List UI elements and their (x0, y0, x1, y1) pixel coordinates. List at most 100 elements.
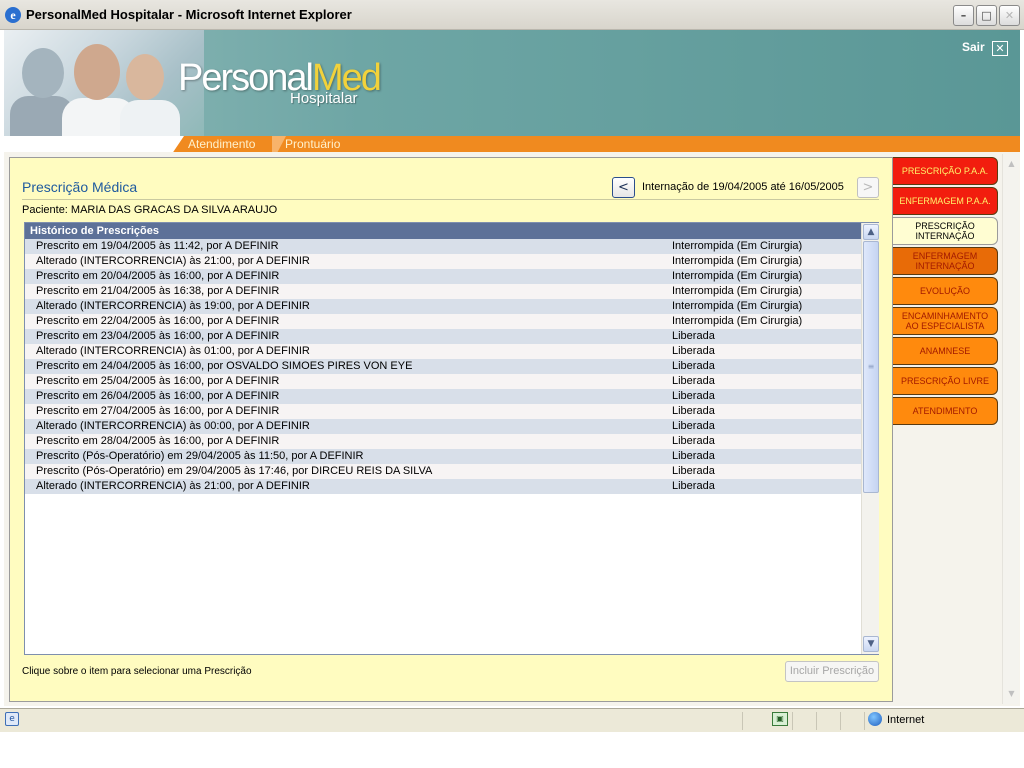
prescription-description: Alterado (INTERCORRENCIA) às 00:00, por … (36, 420, 310, 432)
tab-label: ANAMNESE (919, 346, 971, 356)
table-row[interactable]: Alterado (INTERCORRENCIA) às 21:00, por … (25, 479, 861, 494)
prescription-history-table: Histórico de Prescrições Prescrito em 19… (24, 222, 879, 655)
prescription-description: Alterado (INTERCORRENCIA) às 01:00, por … (36, 345, 310, 357)
table-row[interactable]: Alterado (INTERCORRENCIA) às 19:00, por … (25, 299, 861, 314)
prescription-status: Liberada (672, 360, 715, 372)
prescription-status: Interrompida (Em Cirurgia) (672, 315, 803, 327)
incluir-prescricao-button[interactable]: Incluir Prescrição (785, 661, 879, 682)
tab-atendimento[interactable]: ATENDIMENTO (893, 397, 998, 425)
table-row[interactable]: Prescrito em 23/04/2005 às 16:00, por A … (25, 329, 861, 344)
selection-hint: Clique sobre o item para selecionar uma … (22, 666, 252, 677)
prescription-description: Prescrito em 19/04/2005 às 11:42, por A … (36, 240, 279, 252)
tab-label: EVOLUÇÃO (919, 286, 970, 296)
tab-label: ATENDIMENTO (912, 406, 978, 416)
nav-atendimento[interactable]: Atendimento (188, 137, 255, 151)
tab-prescricao-internacao[interactable]: PRESCRIÇÃO INTERNAÇÃO (893, 217, 998, 245)
nav-prontuario[interactable]: Prontuário (285, 137, 340, 151)
table-row[interactable]: Prescrito em 27/04/2005 às 16:00, por A … (25, 404, 861, 419)
page-scrollbar[interactable]: ▲ ▼ (1002, 154, 1019, 704)
prescription-description: Alterado (INTERCORRENCIA) às 21:00, por … (36, 480, 310, 492)
security-zone-label: Internet (887, 714, 925, 726)
minimize-button[interactable]: – (953, 5, 974, 26)
scroll-thumb[interactable]: ≡ (863, 241, 879, 493)
window-titlebar: e PersonalMed Hospitalar - Microsoft Int… (0, 0, 1024, 30)
close-window-button[interactable]: ✕ (999, 5, 1020, 26)
prescription-status: Interrompida (Em Cirurgia) (672, 270, 803, 282)
maximize-button[interactable]: □ (976, 5, 997, 26)
table-row[interactable]: Prescrito em 26/04/2005 às 16:00, por A … (25, 389, 861, 404)
prescription-description: Alterado (INTERCORRENCIA) às 21:00, por … (36, 255, 310, 267)
main-nav: Atendimento Prontuário (4, 136, 1020, 152)
tab-label: ENCAMINHAMENTO AO ESPECIALISTA (901, 311, 989, 331)
table-row[interactable]: Prescrito (Pós-Operatório) em 29/04/2005… (25, 449, 861, 464)
prescription-description: Prescrito em 27/04/2005 às 16:00, por A … (36, 405, 280, 417)
prescription-description: Prescrito em 21/04/2005 às 16:38, por A … (36, 285, 280, 297)
tab-enfermagem-paa[interactable]: ENFERMAGEM P.A.A. (893, 187, 998, 215)
prescription-status: Liberada (672, 465, 715, 477)
previous-internacao-button[interactable]: < (612, 177, 635, 198)
tab-evolucao[interactable]: EVOLUÇÃO (893, 277, 998, 305)
prescription-status: Liberada (672, 480, 715, 492)
table-row[interactable]: Alterado (INTERCORRENCIA) às 01:00, por … (25, 344, 861, 359)
exit-link[interactable]: Sair (962, 40, 985, 54)
scroll-up-button[interactable]: ▲ (863, 224, 879, 240)
table-row[interactable]: Prescrito em 22/04/2005 às 16:00, por A … (25, 314, 861, 329)
prescription-status: Interrompida (Em Cirurgia) (672, 285, 803, 297)
prescription-status: Liberada (672, 405, 715, 417)
prescription-description: Prescrito em 22/04/2005 às 16:00, por A … (36, 315, 280, 327)
prescription-description: Prescrito (Pós-Operatório) em 29/04/2005… (36, 465, 433, 477)
table-scrollbar[interactable]: ▲ ≡ ▼ (861, 223, 879, 654)
tab-label: PRESCRIÇÃO LIVRE (900, 376, 990, 386)
tab-prescricao-paa[interactable]: PRESCRIÇÃO P.A.A. (893, 157, 998, 185)
table-row[interactable]: Prescrito em 28/04/2005 às 16:00, por A … (25, 434, 861, 449)
table-row[interactable]: Prescrito (Pós-Operatório) em 29/04/2005… (25, 464, 861, 479)
prescription-description: Prescrito (Pós-Operatório) em 29/04/2005… (36, 450, 364, 462)
prescription-description: Prescrito em 23/04/2005 às 16:00, por A … (36, 330, 280, 342)
prescription-status: Interrompida (Em Cirurgia) (672, 300, 803, 312)
tab-anamnese[interactable]: ANAMNESE (893, 337, 998, 365)
tab-encaminhamento[interactable]: ENCAMINHAMENTO AO ESPECIALISTA (893, 307, 998, 335)
prescription-status: Liberada (672, 330, 715, 342)
tab-label: ENFERMAGEM INTERNAÇÃO (912, 251, 978, 271)
title-divider (22, 199, 879, 200)
prescription-description: Prescrito em 24/04/2005 às 16:00, por OS… (36, 360, 413, 372)
prescription-description: Prescrito em 25/04/2005 às 16:00, por A … (36, 375, 280, 387)
tab-label: ENFERMAGEM P.A.A. (899, 196, 991, 206)
scroll-down-button[interactable]: ▼ (863, 636, 879, 652)
prescription-description: Prescrito em 26/04/2005 às 16:00, por A … (36, 390, 280, 402)
prescription-status: Liberada (672, 375, 715, 387)
exit-icon[interactable]: ✕ (992, 41, 1008, 56)
prescription-description: Prescrito em 20/04/2005 às 16:00, por A … (36, 270, 280, 282)
prescription-status: Liberada (672, 450, 715, 462)
page-title: Prescrição Médica (22, 179, 138, 195)
table-row[interactable]: Prescrito em 19/04/2005 às 11:42, por A … (25, 239, 861, 254)
window-title: PersonalMed Hospitalar - Microsoft Inter… (26, 7, 352, 22)
table-row[interactable]: Prescrito em 24/04/2005 às 16:00, por OS… (25, 359, 861, 374)
table-row[interactable]: Prescrito em 25/04/2005 às 16:00, por A … (25, 374, 861, 389)
tab-label: PRESCRIÇÃO P.A.A. (901, 166, 989, 176)
header-photo (4, 30, 204, 136)
prescription-status: Interrompida (Em Cirurgia) (672, 255, 803, 267)
table-row[interactable]: Alterado (INTERCORRENCIA) às 21:00, por … (25, 254, 861, 269)
tab-enfermagem-internacao[interactable]: ENFERMAGEM INTERNAÇÃO (893, 247, 998, 275)
page-scroll-down-button[interactable]: ▼ (1004, 686, 1019, 701)
security-icon: ▣ (772, 712, 788, 726)
next-internacao-button[interactable]: > (857, 177, 879, 198)
prescription-status: Liberada (672, 390, 715, 402)
table-row[interactable]: Prescrito em 20/04/2005 às 16:00, por A … (25, 269, 861, 284)
app-logo-subtitle: Hospitalar (290, 90, 358, 107)
prescription-status: Liberada (672, 420, 715, 432)
table-row[interactable]: Alterado (INTERCORRENCIA) às 00:00, por … (25, 419, 861, 434)
table-header: Histórico de Prescrições (25, 223, 861, 239)
patient-name: Paciente: MARIA DAS GRACAS DA SILVA ARAU… (22, 204, 278, 216)
prescription-status: Interrompida (Em Cirurgia) (672, 240, 803, 252)
tab-prescricao-livre[interactable]: PRESCRIÇÃO LIVRE (893, 367, 998, 395)
table-row[interactable]: Prescrito em 21/04/2005 às 16:38, por A … (25, 284, 861, 299)
page-status-icon: e (5, 712, 19, 726)
tab-label: PRESCRIÇÃO INTERNAÇÃO (915, 221, 975, 241)
page-scroll-up-button[interactable]: ▲ (1004, 156, 1019, 171)
ie-icon: e (5, 7, 21, 23)
internet-zone-icon (868, 712, 882, 726)
internacao-period: Internação de 19/04/2005 até 16/05/2005 (642, 181, 844, 193)
prescription-description: Alterado (INTERCORRENCIA) às 19:00, por … (36, 300, 310, 312)
